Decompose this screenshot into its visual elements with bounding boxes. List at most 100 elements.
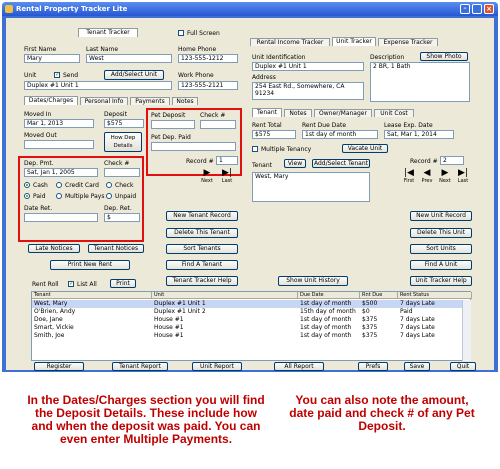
first-name-field[interactable]: Mary: [24, 54, 80, 63]
show-unit-history-button[interactable]: Show Unit History: [278, 276, 348, 286]
prefs-button[interactable]: Prefs: [358, 362, 388, 371]
new-unit-record-button[interactable]: New Unit Record: [410, 211, 472, 221]
column-header-unit[interactable]: Unit: [152, 292, 298, 299]
view-tenant-button[interactable]: View: [284, 159, 306, 168]
unit-field[interactable]: Duplex #1 Unit 1: [24, 81, 172, 90]
tenant-next-button[interactable]: ▶ Next: [200, 169, 214, 185]
column-header-rent-due[interactable]: Rnt Due: [360, 292, 398, 299]
multiple-tenancy-checkbox[interactable]: [252, 146, 258, 152]
tab-unit-notes[interactable]: Notes: [284, 109, 312, 117]
tab-unit-tenant[interactable]: Tenant: [252, 108, 282, 117]
table-scrollbar[interactable]: [462, 300, 471, 361]
unit-record-number[interactable]: 2: [440, 156, 464, 165]
tenant-last-button[interactable]: ▶| Last: [220, 169, 234, 185]
last-name-field[interactable]: West: [86, 54, 172, 63]
tenant-tracker-help-button[interactable]: Tenant Tracker Help: [166, 276, 238, 286]
tab-rental-income-tracker[interactable]: Rental Income Tracker: [250, 38, 330, 46]
register-button[interactable]: Register: [34, 362, 84, 371]
table-row[interactable]: Smith, Joe House #1 1st day of month $37…: [32, 332, 462, 340]
unit-next-button[interactable]: ▶ Next: [438, 169, 452, 185]
minimize-icon[interactable]: –: [460, 4, 470, 14]
tab-payments[interactable]: Payments: [130, 97, 170, 105]
dep-check-field[interactable]: [104, 168, 140, 177]
rent-due-field[interactable]: 1st day of month: [302, 130, 378, 139]
cash-radio[interactable]: [24, 182, 30, 188]
add-select-tenant-button[interactable]: Add/Select Tenant: [312, 159, 370, 168]
delete-this-tenant-button[interactable]: Delete This Tenant: [166, 228, 238, 238]
tab-expense-tracker[interactable]: Expense Tracker: [378, 38, 438, 46]
late-notices-button[interactable]: Late Notices: [28, 244, 80, 253]
rent-total-field[interactable]: $575: [252, 130, 296, 139]
table-row[interactable]: O'Brien, Andy Duplex #1 Unit 2 15th day …: [32, 308, 462, 316]
cell-unit: Duplex #1 Unit 2: [154, 308, 206, 315]
find-a-tenant-button[interactable]: Find A Tenant: [166, 260, 238, 270]
tenant-report-button[interactable]: Tenant Report: [112, 362, 168, 371]
column-header-rent-status[interactable]: Rent Status: [398, 292, 472, 299]
add-select-unit-button[interactable]: Add/Select Unit: [104, 70, 164, 80]
work-phone-field[interactable]: 123-555-2121: [178, 81, 238, 90]
multiple-pays-radio[interactable]: [56, 193, 62, 199]
pet-deposit-field[interactable]: [151, 120, 195, 129]
full-screen-checkbox[interactable]: [178, 30, 184, 36]
save-button[interactable]: Save: [404, 362, 430, 371]
cell-due-date: 1st day of month: [300, 332, 352, 339]
find-a-unit-button[interactable]: Find A Unit: [410, 260, 472, 270]
lease-exp-field[interactable]: Sat, Mar 1, 2014: [384, 130, 454, 139]
unit-tenant-list[interactable]: West, Mary: [252, 172, 370, 202]
print-rent-roll-button[interactable]: Print: [110, 279, 136, 288]
check-radio[interactable]: [106, 182, 112, 188]
list-all-checkbox[interactable]: ✓: [68, 280, 74, 287]
tab-unit-cost[interactable]: Unit Cost: [374, 109, 414, 117]
home-phone-field[interactable]: 123-555-1212: [178, 54, 238, 63]
dep-ret-field[interactable]: $: [104, 213, 140, 222]
sort-units-button[interactable]: Sort Units: [410, 244, 472, 254]
sort-tenants-button[interactable]: Sort Tenants: [166, 244, 238, 254]
unit-prev-button[interactable]: ◀ Prev: [420, 169, 434, 185]
delete-this-unit-button[interactable]: Delete This Unit: [410, 228, 472, 238]
column-header-due-date[interactable]: Due Date: [298, 292, 360, 299]
new-tenant-record-button[interactable]: New Tenant Record: [166, 211, 238, 221]
unit-last-button[interactable]: ▶| Last: [456, 169, 470, 185]
caption-deposit-details: In the Dates/Charges section you will fi…: [27, 393, 265, 446]
tab-owner-manager[interactable]: Owner/Manager: [314, 109, 372, 117]
table-row[interactable]: Doe, Jane House #1 1st day of month $375…: [32, 316, 462, 324]
close-icon[interactable]: ×: [484, 4, 494, 14]
paid-radio[interactable]: [24, 193, 30, 199]
table-row[interactable]: Smart, Vickie House #1 1st day of month …: [32, 324, 462, 332]
vacate-unit-button[interactable]: Vacate Unit: [342, 144, 388, 153]
moved-in-field[interactable]: Mar 1, 2013: [24, 119, 94, 128]
maximize-icon[interactable]: [472, 4, 482, 14]
date-ret-field[interactable]: [24, 213, 98, 222]
pet-check-field[interactable]: [200, 120, 236, 129]
table-row[interactable]: West, Mary Duplex #1 Unit 1 1st day of m…: [32, 300, 462, 308]
quit-button[interactable]: Quit: [450, 362, 476, 371]
tab-tenant-tracker[interactable]: Tenant Tracker: [78, 28, 138, 37]
show-photo-button[interactable]: Show Photo: [420, 52, 468, 61]
unit-report-button[interactable]: Unit Report: [192, 362, 242, 371]
moved-out-field[interactable]: [24, 140, 94, 149]
unit-id-field[interactable]: Duplex #1 Unit 1: [252, 62, 364, 71]
last-label: Last: [221, 178, 233, 184]
rent-roll-table[interactable]: Tenant Unit Due Date Rnt Due Rent Status…: [31, 291, 472, 361]
credit-card-radio[interactable]: [56, 182, 62, 188]
tenant-notices-button[interactable]: Tenant Notices: [88, 244, 144, 253]
pet-dep-paid-field[interactable]: [151, 142, 236, 151]
tab-personal-info[interactable]: Personal Info: [80, 97, 128, 105]
tab-notes[interactable]: Notes: [172, 97, 198, 105]
column-header-tenant[interactable]: Tenant: [32, 292, 152, 299]
address-field[interactable]: 254 East Rd., Somewhere, CA 91234: [252, 82, 364, 100]
description-field[interactable]: 2 BR, 1 Bath: [370, 62, 470, 102]
send-checkbox[interactable]: ✓: [54, 71, 60, 78]
dep-pmt-date-field[interactable]: Sat, Jan 1, 2005: [24, 168, 98, 177]
unit-first-button[interactable]: |◀ First: [402, 169, 416, 185]
unit-tracker-help-button[interactable]: Unit Tracker Help: [410, 276, 472, 286]
how-dep-details-button[interactable]: How Dep Details: [104, 132, 142, 152]
all-report-button[interactable]: All Report: [274, 362, 324, 371]
tenant-record-number[interactable]: 1: [216, 156, 238, 165]
cell-tenant: West, Mary: [34, 300, 68, 307]
tab-unit-tracker[interactable]: Unit Tracker: [332, 37, 376, 46]
print-new-rent-button[interactable]: Print New Rent: [50, 260, 130, 270]
deposit-field[interactable]: $575: [104, 119, 144, 128]
tab-dates-charges[interactable]: Dates/Charges: [24, 96, 78, 105]
unpaid-radio[interactable]: [106, 193, 112, 199]
